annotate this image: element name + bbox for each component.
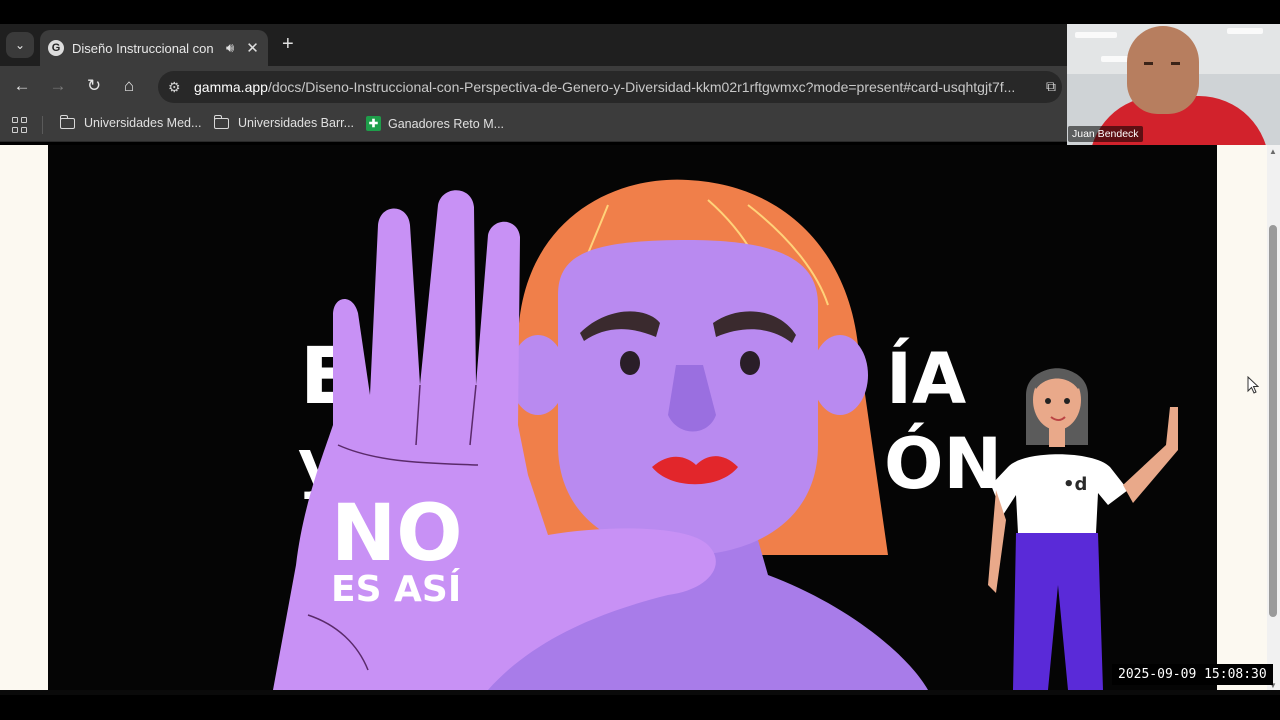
bookmarks-bar: Universidades Med... Universidades Barr.… (0, 108, 1067, 142)
site-settings-icon[interactable]: ⚙ (168, 79, 186, 96)
partial-text-right-1: ÍA (886, 338, 966, 420)
avatar-pants (1013, 533, 1103, 690)
bottom-bar (0, 695, 1280, 720)
screen: ⌄ G Diseño Instruccional con Pe 🔊︎ ✕ + ←… (0, 0, 1280, 720)
tab-bar: ⌄ G Diseño Instruccional con Pe 🔊︎ ✕ + (0, 24, 1067, 66)
bookmark-item[interactable]: Universidades Barr... (213, 114, 354, 130)
folder-icon (213, 114, 229, 129)
hand-text-es-asi: ES ASÍ (331, 568, 461, 610)
home-icon[interactable]: ⌂ (118, 76, 140, 96)
slide-illustration: E y ÍA ÓN NO ES ASÍ •d (273, 179, 1178, 690)
tab-title: Diseño Instruccional con Pe (72, 40, 218, 56)
scrollbar-thumb[interactable] (1269, 225, 1277, 617)
cast-icon[interactable]: ⧉ (1046, 78, 1056, 95)
bookmark-item[interactable]: Universidades Med... (59, 114, 201, 130)
folder-icon (59, 114, 75, 129)
slide-video[interactable]: E y ÍA ÓN NO ES ASÍ •d (48, 145, 1217, 690)
tab-search-button[interactable]: ⌄ (6, 32, 34, 58)
bookmark-item[interactable]: ✚ Ganadores Reto M... (366, 116, 504, 131)
partial-text-right-2: ÓN (884, 423, 1002, 505)
participant-name: Juan Bendeck (1068, 126, 1143, 142)
reload-icon[interactable]: ↻ (83, 76, 105, 96)
avatar-shirt-logo: •d (1063, 474, 1087, 495)
address-bar[interactable]: ⚙ gamma.app/docs/Diseno-Instruccional-co… (158, 71, 1062, 103)
avatar-shirt (991, 454, 1128, 533)
hand-text-no: NO (331, 489, 463, 579)
apps-grid-icon[interactable] (12, 117, 28, 133)
mouse-cursor-icon (1247, 376, 1259, 394)
close-icon[interactable]: ✕ (246, 39, 259, 57)
bookmarks-divider (42, 116, 43, 134)
tab-active[interactable]: G Diseño Instruccional con Pe 🔊︎ ✕ (40, 30, 268, 66)
browser-toolbar: ← → ↻ ⌂ ⚙ gamma.app/docs/Diseno-Instrucc… (0, 66, 1067, 108)
forward-arrow-icon[interactable]: → (47, 76, 69, 96)
participant-face (1127, 26, 1199, 114)
url-text[interactable]: gamma.app/docs/Diseno-Instruccional-con-… (194, 79, 1024, 95)
back-arrow-icon[interactable]: ← (11, 76, 33, 96)
sheets-icon: ✚ (366, 116, 381, 131)
webcam-feed: Juan Bendeck (1067, 24, 1280, 145)
speaker-icon[interactable]: 🔊︎ (226, 40, 234, 56)
gamma-favicon-icon: G (48, 40, 64, 56)
new-tab-button[interactable]: + (282, 33, 294, 56)
recording-timestamp: 2025-09-09 15:08:30 (1112, 664, 1273, 685)
scroll-up-arrow-icon[interactable]: ▲ (1267, 147, 1279, 156)
